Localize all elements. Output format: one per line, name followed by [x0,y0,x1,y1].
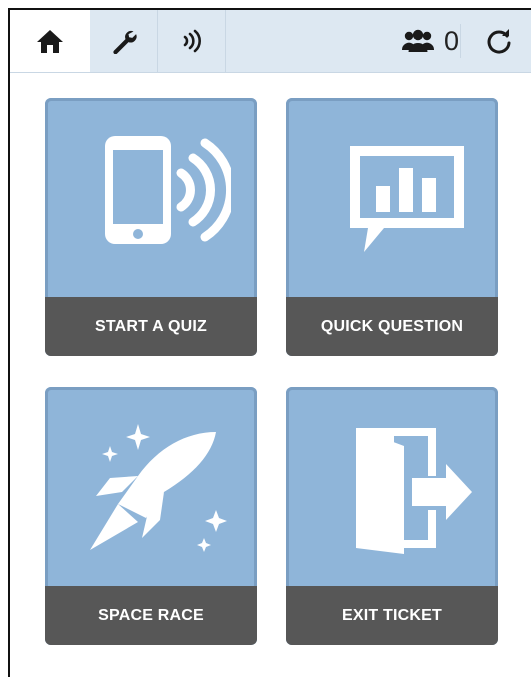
tab-tools[interactable] [90,10,158,72]
quick-question-tile[interactable]: QUICK QUESTION [286,98,498,356]
refresh-icon [487,29,511,54]
start-quiz-tile[interactable]: START A QUIZ [45,98,257,356]
quick-question-label: QUICK QUESTION [286,297,498,356]
exit-ticket-label: EXIT TICKET [286,586,498,645]
app-frame: 0 START A QUIZ QUICK QUESTION SPACE RACE… [8,8,531,677]
wrench-icon [112,31,137,54]
exit-door-icon [356,427,472,554]
top-toolbar: 0 [10,10,531,73]
students-icon [401,29,434,52]
rocket-icon [90,423,227,552]
tab-live[interactable] [158,10,226,72]
student-count: 0 [443,25,459,56]
space-race-label: SPACE RACE [45,586,257,645]
home-icon [37,30,63,53]
exit-ticket-tile[interactable]: EXIT TICKET [286,387,498,645]
chart-bubble-icon [350,145,464,252]
refresh-button[interactable] [485,10,513,72]
toolbar-divider [460,24,461,58]
student-counter: 0 [401,10,459,72]
start-quiz-label: START A QUIZ [45,297,257,356]
tab-home[interactable] [10,10,90,72]
phone-broadcast-icon [105,135,231,244]
broadcast-icon [183,29,201,53]
space-race-tile[interactable]: SPACE RACE [45,387,257,645]
